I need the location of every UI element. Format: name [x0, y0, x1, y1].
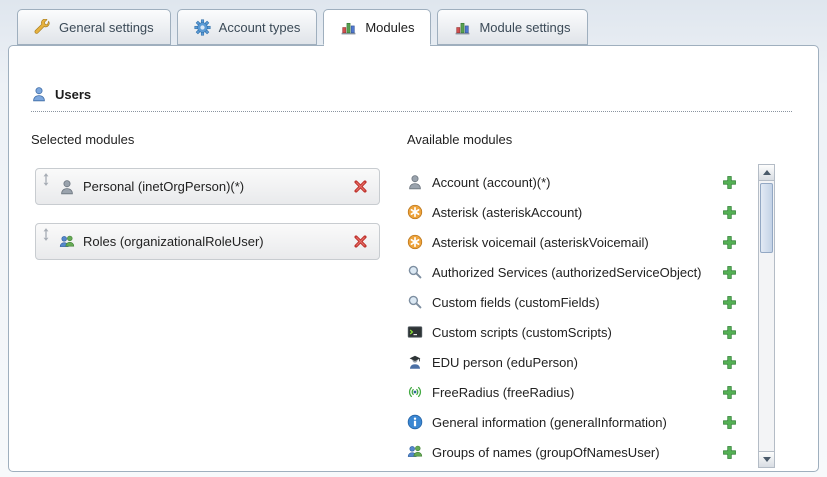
available-module-label: EDU person (eduPerson) [432, 355, 713, 370]
scroll-down-button[interactable] [759, 451, 774, 467]
available-module-row: FreeRadius (freeRadius) [407, 377, 739, 407]
asterisk-icon [407, 204, 423, 220]
available-module-label: Authorized Services (authorizedServiceOb… [432, 265, 713, 280]
selected-module-label: Personal (inetOrgPerson)(*) [83, 179, 344, 194]
available-module-row: General information (generalInformation) [407, 407, 739, 437]
available-module-row: Groups of names (groupOfNamesUser) [407, 437, 739, 467]
selected-modules-list: Personal (inetOrgPerson)(*) Roles (organ… [35, 168, 380, 260]
tab-account-types[interactable]: Account types [177, 9, 318, 45]
available-module-label: Custom fields (customFields) [432, 295, 713, 310]
tab-label: General settings [59, 20, 154, 35]
selected-module-row: Roles (organizationalRoleUser) [35, 223, 380, 260]
add-module-button[interactable] [722, 295, 737, 310]
tab-label: Account types [219, 20, 301, 35]
info-icon [407, 414, 423, 430]
user-icon [31, 86, 47, 102]
add-module-button[interactable] [722, 325, 737, 340]
available-modules-list: Account (account)(*) Asterisk (asteriskA… [407, 167, 739, 467]
available-module-label: Custom scripts (customScripts) [432, 325, 713, 340]
tab-label: Modules [365, 20, 414, 35]
tab-general-settings[interactable]: General settings [17, 9, 171, 45]
tab-bar: General settings Account types Modules M… [17, 9, 588, 45]
users-section-title: Users [55, 87, 91, 102]
available-module-row: Custom fields (customFields) [407, 287, 739, 317]
add-module-button[interactable] [722, 265, 737, 280]
gear-icon [194, 19, 211, 36]
add-module-button[interactable] [722, 175, 737, 190]
drag-handle-icon[interactable] [41, 172, 51, 187]
scrollbar-thumb[interactable] [760, 183, 773, 253]
available-module-label: General information (generalInformation) [432, 415, 713, 430]
drag-handle-icon[interactable] [41, 227, 51, 242]
antenna-icon [407, 384, 423, 400]
selected-modules-heading: Selected modules [31, 132, 134, 147]
add-module-button[interactable] [722, 355, 737, 370]
person-icon [59, 179, 75, 195]
add-module-button[interactable] [722, 385, 737, 400]
available-modules-heading: Available modules [407, 132, 512, 147]
chart-icon [454, 19, 471, 36]
scrollbar-track[interactable] [759, 181, 774, 451]
add-module-button[interactable] [722, 415, 737, 430]
available-module-label: Account (account)(*) [432, 175, 713, 190]
scrollbar[interactable] [758, 164, 775, 468]
selected-module-row: Personal (inetOrgPerson)(*) [35, 168, 380, 205]
arrow-down-icon [763, 457, 771, 462]
graduate-icon [407, 354, 423, 370]
add-module-button[interactable] [722, 445, 737, 460]
arrow-up-icon [763, 170, 771, 175]
add-module-button[interactable] [722, 205, 737, 220]
available-module-row: EDU person (eduPerson) [407, 347, 739, 377]
chart-icon [340, 19, 357, 36]
group-icon [59, 234, 75, 250]
group-icon [407, 444, 423, 460]
tab-label: Module settings [479, 20, 570, 35]
available-module-row: Asterisk voicemail (asteriskVoicemail) [407, 227, 739, 257]
remove-module-button[interactable] [352, 233, 369, 250]
remove-module-button[interactable] [352, 178, 369, 195]
scroll-up-button[interactable] [759, 165, 774, 181]
users-section-header: Users [31, 86, 792, 112]
available-module-label: Groups of names (groupOfNamesUser) [432, 445, 713, 460]
magnifier-icon [407, 264, 423, 280]
available-module-row: Account (account)(*) [407, 167, 739, 197]
tab-modules[interactable]: Modules [323, 9, 431, 45]
add-module-button[interactable] [722, 235, 737, 250]
selected-module-label: Roles (organizationalRoleUser) [83, 234, 344, 249]
content-panel: Users Selected modules Available modules… [8, 45, 819, 472]
available-module-row: Asterisk (asteriskAccount) [407, 197, 739, 227]
asterisk-icon [407, 234, 423, 250]
available-module-label: Asterisk (asteriskAccount) [432, 205, 713, 220]
magnifier-icon [407, 294, 423, 310]
available-module-row: Custom scripts (customScripts) [407, 317, 739, 347]
available-module-row: Authorized Services (authorizedServiceOb… [407, 257, 739, 287]
available-module-label: FreeRadius (freeRadius) [432, 385, 713, 400]
terminal-icon [407, 324, 423, 340]
tab-module-settings[interactable]: Module settings [437, 9, 587, 45]
wrench-icon [34, 19, 51, 36]
page: General settings Account types Modules M… [0, 0, 827, 477]
available-module-label: Asterisk voicemail (asteriskVoicemail) [432, 235, 713, 250]
person-icon [407, 174, 423, 190]
